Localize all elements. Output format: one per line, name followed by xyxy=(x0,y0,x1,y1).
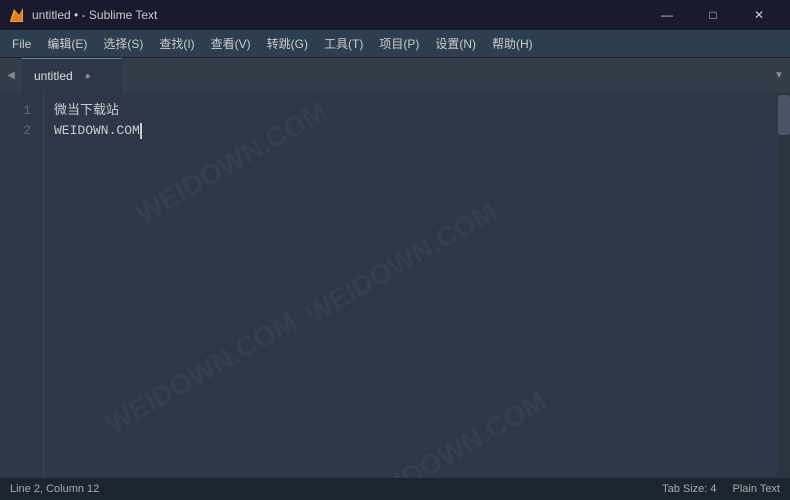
app-icon xyxy=(8,6,26,24)
status-bar: Line 2, Column 12 Tab Size: 4 Plain Text xyxy=(0,478,790,500)
menu-item-h[interactable]: 帮助(H) xyxy=(484,31,541,56)
menu-item-e[interactable]: 编辑(E) xyxy=(39,31,95,56)
watermark-text-3: WEIDOWN.COM xyxy=(353,391,549,478)
code-area[interactable]: 微当下载站 WEIDOWN.COM WEIDOWN.COMWEIDOWN.COM… xyxy=(44,93,778,478)
code-line-2-content: WEIDOWN.COM xyxy=(54,121,140,141)
tab-close-button[interactable]: ● xyxy=(81,69,95,83)
line-numbers: 1 2 xyxy=(0,93,44,478)
menu-bar: File编辑(E)选择(S)查找(I)查看(V)转跳(G)工具(T)项目(P)设… xyxy=(0,30,790,58)
title-text: untitled • - Sublime Text xyxy=(32,8,157,22)
vertical-scrollbar[interactable] xyxy=(778,93,790,478)
menu-item-i[interactable]: 查找(I) xyxy=(151,31,202,56)
tab-nav-left[interactable]: ◀ xyxy=(0,58,22,93)
menu-item-t[interactable]: 工具(T) xyxy=(316,31,371,56)
window-controls: — □ ✕ xyxy=(644,0,782,30)
title-bar: untitled • - Sublime Text — □ ✕ xyxy=(0,0,790,30)
watermark-overlay: WEIDOWN.COMWEIDOWN.COMWEIDOWN.COMWEIDOWN… xyxy=(44,93,778,478)
title-left: untitled • - Sublime Text xyxy=(8,6,157,24)
watermark-text-2: WEIDOWN.COM xyxy=(103,311,299,436)
tab-bar: ◀ untitled ● ▼ xyxy=(0,58,790,93)
watermark-text-1: WEIDOWN.COM xyxy=(303,201,499,326)
tab-untitled[interactable]: untitled ● xyxy=(22,58,122,93)
line-num-2: 2 xyxy=(0,121,31,141)
editor-area[interactable]: 1 2 微当下载站 WEIDOWN.COM WEIDOWN.COMWEIDOWN… xyxy=(0,93,790,478)
code-line-1-content: 微当下载站 xyxy=(54,101,119,121)
line-num-1: 1 xyxy=(0,101,31,121)
text-cursor xyxy=(140,123,142,139)
minimize-button[interactable]: — xyxy=(644,0,690,30)
menu-item-file[interactable]: File xyxy=(4,33,39,55)
tab-size[interactable]: Tab Size: 4 xyxy=(662,483,716,495)
status-right: Tab Size: 4 Plain Text xyxy=(662,483,780,495)
tab-label: untitled xyxy=(34,69,73,83)
menu-item-s[interactable]: 选择(S) xyxy=(95,31,151,56)
menu-item-p[interactable]: 项目(P) xyxy=(371,31,427,56)
code-line-1: 微当下载站 xyxy=(54,101,778,121)
menu-item-g[interactable]: 转跳(G) xyxy=(259,31,316,56)
maximize-button[interactable]: □ xyxy=(690,0,736,30)
tab-nav-right[interactable]: ▼ xyxy=(768,58,790,93)
scrollbar-thumb[interactable] xyxy=(778,95,790,135)
menu-item-n[interactable]: 设置(N) xyxy=(427,31,484,56)
menu-item-v[interactable]: 查看(V) xyxy=(203,31,259,56)
language-mode[interactable]: Plain Text xyxy=(733,483,781,495)
close-button[interactable]: ✕ xyxy=(736,0,782,30)
code-line-2: WEIDOWN.COM xyxy=(54,121,778,141)
cursor-position: Line 2, Column 12 xyxy=(10,483,99,495)
status-left: Line 2, Column 12 xyxy=(10,483,99,495)
